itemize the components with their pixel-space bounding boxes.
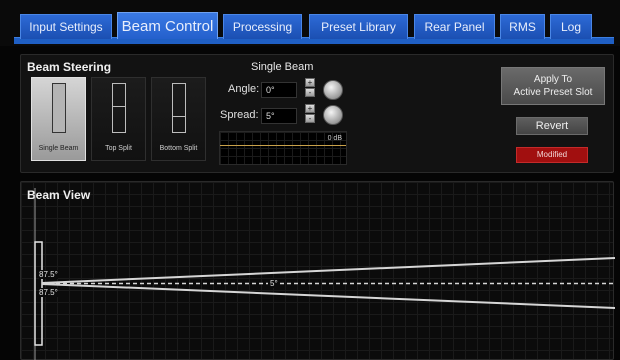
tab-preset-library[interactable]: Preset Library	[309, 14, 408, 39]
spread-increment-button[interactable]: +	[305, 104, 315, 113]
tab-beam-control[interactable]: Beam Control	[117, 12, 218, 39]
single-beam-icon	[52, 83, 66, 133]
meter-db-label: 0 dB	[327, 135, 342, 142]
beam-steering-title: Beam Steering	[27, 60, 112, 74]
beam-view-panel: Beam View 87.5° 87.5° 5°	[20, 181, 615, 360]
angle-label: Angle:	[228, 83, 260, 95]
mode-single-beam-button[interactable]: Single Beam	[31, 77, 86, 161]
beam-plot	[34, 188, 615, 360]
revert-button[interactable]: Revert	[516, 117, 588, 135]
mode-label: Single Beam	[38, 145, 79, 152]
spread-knob[interactable]	[323, 105, 343, 125]
mode-top-split-button[interactable]: Top Split	[91, 77, 146, 161]
angle-increment-button[interactable]: +	[305, 78, 315, 87]
beam-steering-panel: Beam Steering Single Beam Top Split Bott…	[20, 54, 614, 173]
single-beam-title: Single Beam	[251, 61, 314, 73]
bottom-split-icon	[172, 83, 186, 133]
angle-knob[interactable]	[323, 80, 343, 100]
tab-bar: Input Settings Beam Control Processing P…	[0, 0, 620, 46]
level-meter: 0 dB	[219, 131, 347, 165]
tab-processing[interactable]: Processing	[223, 14, 302, 39]
beam-upper-edge	[41, 257, 615, 284]
mode-bottom-split-button[interactable]: Bottom Split	[151, 77, 206, 161]
beam-lower-edge	[41, 283, 615, 309]
spread-field[interactable]: 5°	[261, 108, 297, 124]
tab-log[interactable]: Log	[550, 14, 592, 39]
mode-label: Bottom Split	[159, 145, 198, 152]
spread-label: Spread:	[220, 109, 259, 121]
mode-label: Top Split	[105, 145, 132, 152]
apply-label-line2: Active Preset Slot	[513, 87, 593, 98]
apply-to-preset-button[interactable]: Apply To Active Preset Slot	[501, 67, 605, 105]
spread-decrement-button[interactable]: -	[305, 114, 315, 123]
upper-angle-label: 87.5°	[39, 270, 58, 279]
top-split-icon	[112, 83, 126, 133]
tab-rear-panel[interactable]: Rear Panel	[414, 14, 495, 39]
tab-input-settings[interactable]: Input Settings	[20, 14, 112, 39]
spread-angle-label: 5°	[268, 279, 280, 288]
angle-field[interactable]: 0°	[261, 82, 297, 98]
modified-status-badge: Modified	[516, 147, 588, 163]
angle-decrement-button[interactable]: -	[305, 88, 315, 97]
meter-line	[220, 145, 346, 146]
apply-label-line1: Apply To	[533, 74, 573, 85]
tab-rms[interactable]: RMS	[500, 14, 545, 39]
lower-angle-label: 87.5°	[39, 288, 58, 297]
